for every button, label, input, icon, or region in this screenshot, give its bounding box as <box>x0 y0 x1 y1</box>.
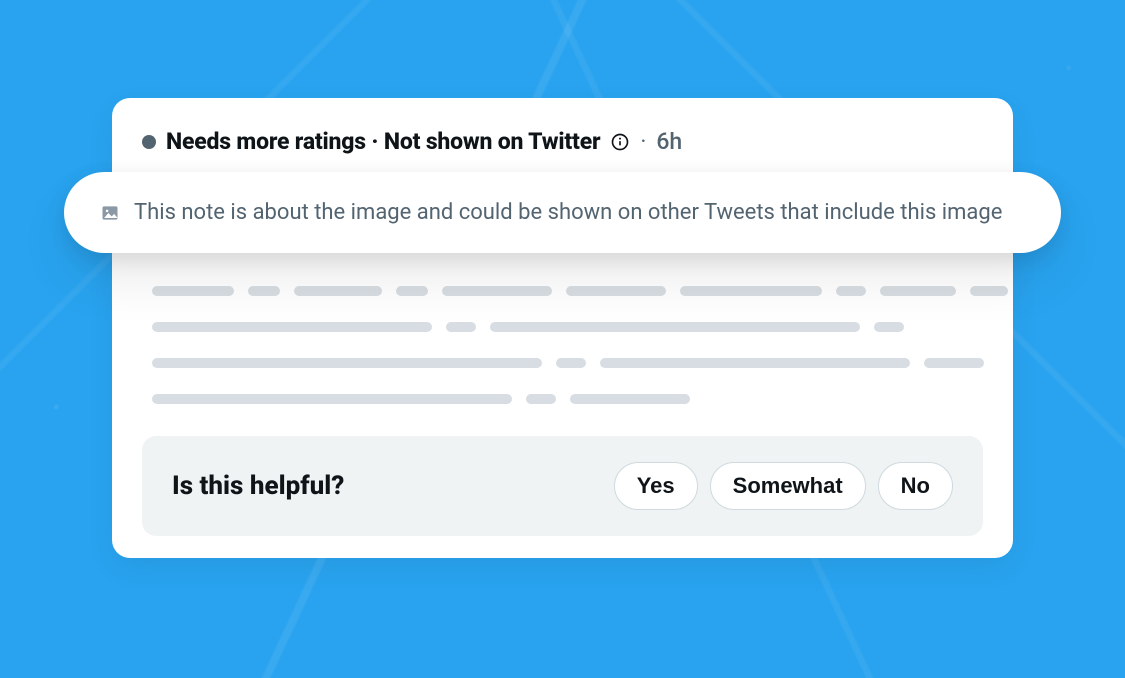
status-row: Needs more ratings · Not shown on Twitte… <box>142 128 983 156</box>
status-separator: · <box>640 128 646 156</box>
note-body-placeholder <box>142 286 983 404</box>
image-note-pill: This note is about the image and could b… <box>64 172 1061 253</box>
helpful-bar: Is this helpful? Yes Somewhat No <box>142 436 983 536</box>
info-icon[interactable] <box>610 132 630 152</box>
no-button[interactable]: No <box>878 462 953 510</box>
status-dot <box>142 135 156 149</box>
status-time: 6h <box>656 128 682 156</box>
status-text: Needs more ratings · Not shown on Twitte… <box>166 128 600 156</box>
helpful-question: Is this helpful? <box>172 471 344 501</box>
somewhat-button[interactable]: Somewhat <box>710 462 866 510</box>
yes-button[interactable]: Yes <box>614 462 698 510</box>
helpful-buttons: Yes Somewhat No <box>614 462 953 510</box>
community-note-card: Needs more ratings · Not shown on Twitte… <box>112 98 1013 558</box>
image-note-text: This note is about the image and could b… <box>134 200 1002 225</box>
image-icon <box>100 203 120 223</box>
